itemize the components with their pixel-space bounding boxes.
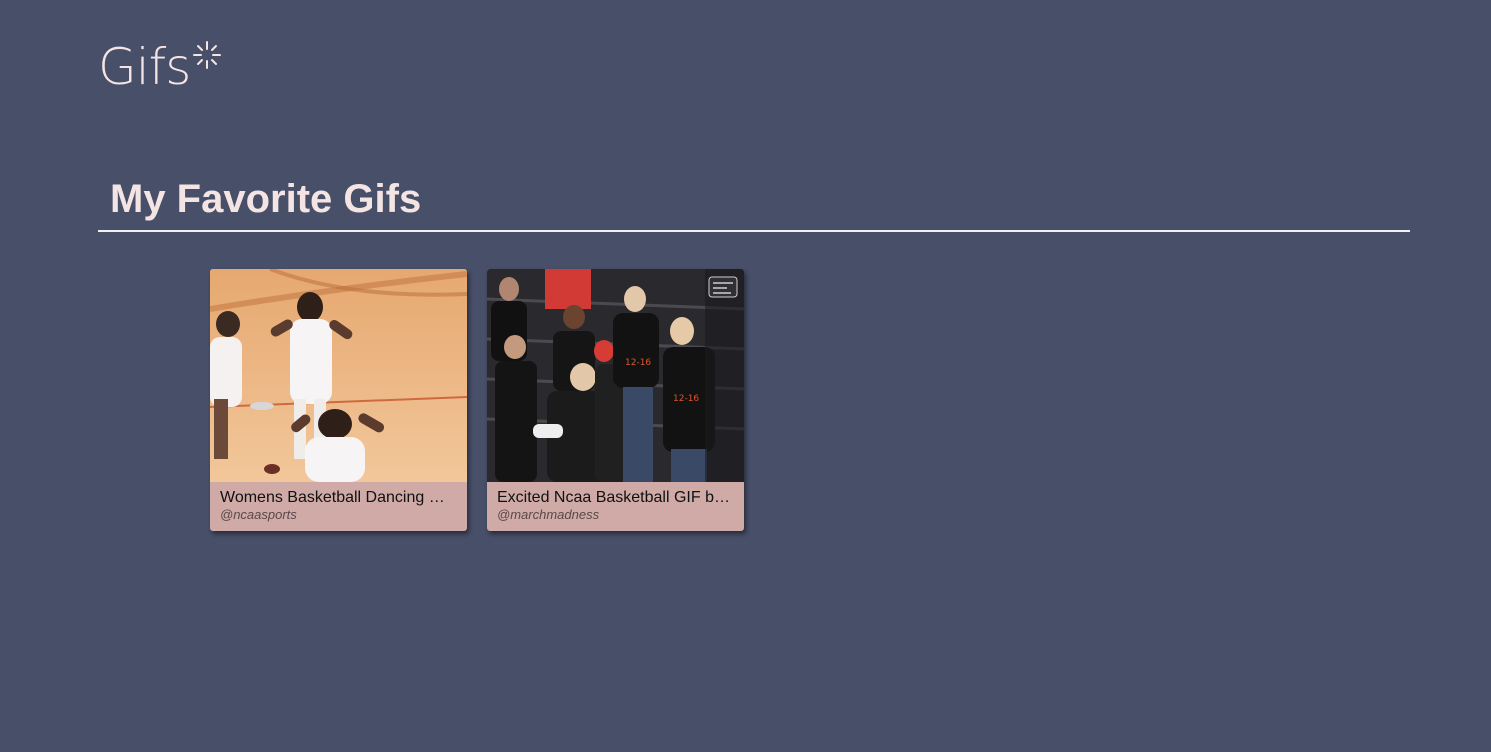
title-divider (98, 230, 1410, 232)
svg-text:12-16: 12-16 (673, 394, 699, 404)
gif-card[interactable]: 12-16 12-16 Excited Ncaa Basketball GIF … (487, 269, 744, 531)
gif-username[interactable]: @ncaasports (220, 507, 457, 523)
gif-thumbnail-basketball-court[interactable] (210, 269, 467, 482)
gif-thumbnail-crowd-celebrating[interactable]: 12-16 12-16 (487, 269, 744, 482)
logo-text: Gifs (98, 38, 191, 96)
gif-title: Excited Ncaa Basketball GIF by … (497, 489, 734, 506)
app-root: Gifs My Favorite Gifs Womens Basketball … (0, 0, 1491, 752)
gif-username[interactable]: @marchmadness (497, 507, 734, 523)
page-title: My Favorite Gifs (110, 177, 422, 221)
gif-card-info: Womens Basketball Dancing GI… @ncaasport… (210, 482, 467, 523)
sparkle-icon (193, 41, 222, 69)
app-logo[interactable]: Gifs (98, 38, 222, 96)
gif-grid: Womens Basketball Dancing GI… @ncaasport… (210, 269, 744, 531)
gif-card-info: Excited Ncaa Basketball GIF by … @marchm… (487, 482, 744, 523)
gif-title: Womens Basketball Dancing GI… (220, 489, 457, 506)
gif-card[interactable]: Womens Basketball Dancing GI… @ncaasport… (210, 269, 467, 531)
svg-text:12-16: 12-16 (625, 358, 651, 368)
